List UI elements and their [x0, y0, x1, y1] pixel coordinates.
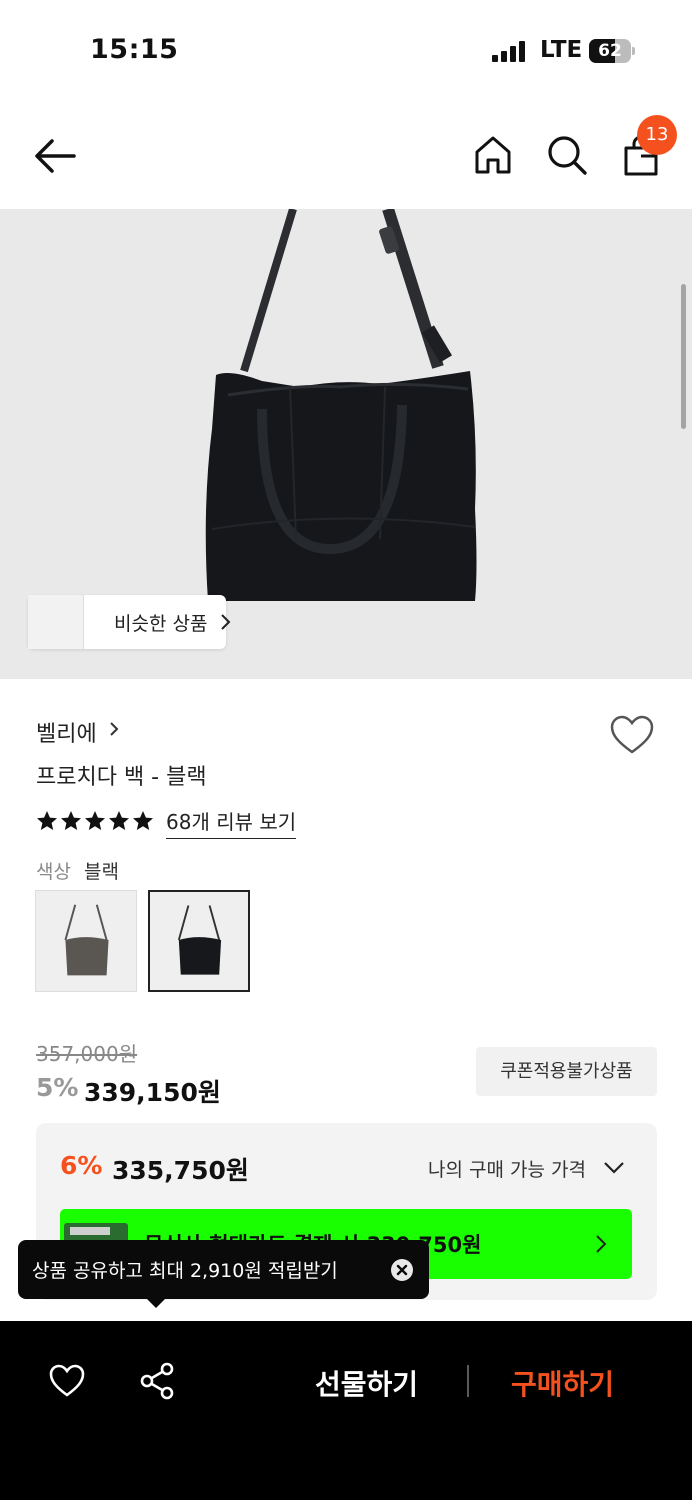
color-value: 블랙: [84, 861, 119, 883]
battery-level: 62: [598, 41, 622, 61]
product-title: 프로치다 백 - 블랙: [36, 765, 207, 790]
star-icon: [109, 811, 129, 830]
my-price-toggle[interactable]: 나의 구매 가능 가격: [428, 1155, 586, 1182]
product-image[interactable]: 비슷한 상품: [0, 209, 692, 679]
swatch-image: [64, 904, 109, 976]
chevron-down-icon[interactable]: [602, 1158, 626, 1178]
similar-products-label: 비슷한 상품: [114, 613, 208, 635]
my-price: 335,750원: [112, 1156, 249, 1185]
cart-count-badge: 13: [637, 115, 677, 155]
tooltip-text: 상품 공유하고 최대 2,910원 적립받기: [32, 1260, 338, 1282]
gift-button[interactable]: 선물하기: [315, 1363, 418, 1403]
original-price: 357,000원: [36, 1042, 138, 1066]
back-arrow-icon[interactable]: [30, 133, 80, 179]
my-discount-rate: 6%: [60, 1151, 103, 1180]
signal-icon: [492, 41, 525, 62]
clock: 15:15: [90, 34, 179, 65]
status-bar: 15:15 LTE 62: [0, 0, 692, 100]
heart-icon[interactable]: [48, 1363, 86, 1399]
chevron-right-icon: [110, 722, 119, 736]
network-label: LTE: [540, 37, 583, 63]
buy-button[interactable]: 구매하기: [511, 1363, 614, 1403]
review-link[interactable]: 68개 리뷰 보기: [166, 806, 297, 839]
chevron-right-icon: [596, 1235, 607, 1253]
color-swatch-gray[interactable]: [35, 890, 137, 992]
share-reward-tooltip: 상품 공유하고 최대 2,910원 적립받기: [18, 1240, 429, 1308]
color-label: 색상: [36, 861, 71, 883]
bottom-action-bar: 선물하기 구매하기: [0, 1321, 692, 1500]
home-icon[interactable]: [470, 132, 516, 178]
discount-rate: 5%: [36, 1073, 79, 1102]
similar-thumbnails: [28, 595, 90, 649]
coupon-badge: 쿠폰적용불가상품: [476, 1047, 657, 1096]
battery-icon: 62: [589, 39, 635, 63]
star-icon: [37, 811, 57, 830]
sale-price: 339,150원: [84, 1078, 221, 1107]
top-nav: 13: [0, 100, 692, 210]
rating-stars: [36, 810, 154, 832]
star-icon: [133, 811, 153, 830]
swatch-image: [177, 905, 222, 975]
brand-link[interactable]: 벨리에: [36, 716, 97, 748]
tooltip-pointer: [146, 1298, 166, 1308]
similar-products-button[interactable]: 비슷한 상품: [28, 595, 231, 649]
image-scrollbar[interactable]: [681, 284, 686, 429]
wishlist-heart-icon[interactable]: [608, 714, 656, 756]
star-icon: [61, 811, 81, 830]
star-icon: [85, 811, 105, 830]
chevron-right-icon: [221, 614, 231, 630]
close-icon[interactable]: [390, 1258, 414, 1282]
divider: [467, 1365, 469, 1397]
share-icon[interactable]: [139, 1362, 175, 1400]
search-icon[interactable]: [544, 132, 590, 178]
color-swatch-black[interactable]: [148, 890, 250, 992]
